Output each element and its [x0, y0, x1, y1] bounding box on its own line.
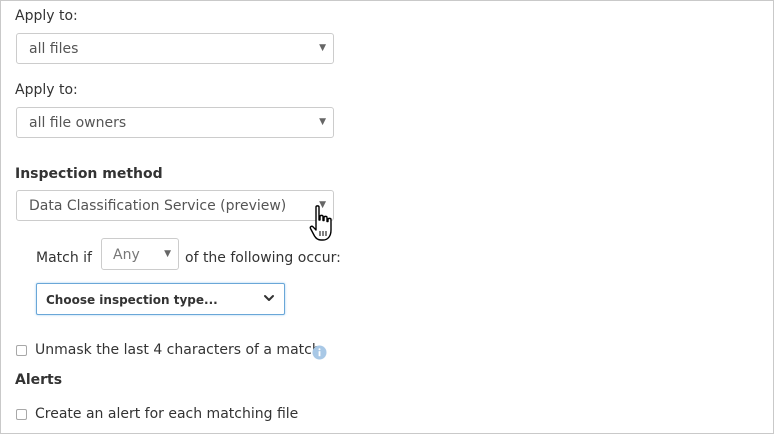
hand-pointer-icon: [309, 205, 332, 241]
inspection-type-placeholder: Choose inspection type...: [46, 293, 218, 307]
apply-to-files-select[interactable]: all files ▼: [16, 33, 334, 64]
match-suffix-label: of the following occur:: [185, 250, 341, 266]
apply-to-files-value: all files: [29, 41, 79, 57]
match-operator-value: Any: [113, 247, 140, 263]
create-alert-checkbox[interactable]: [16, 409, 27, 420]
apply-to-owners-label: Apply to:: [15, 82, 78, 98]
chevron-down-icon: [264, 295, 274, 301]
apply-to-owners-select[interactable]: all file owners ▼: [16, 107, 334, 138]
inspection-method-select[interactable]: Data Classification Service (preview) ▼: [16, 190, 334, 221]
apply-to-owners-value: all file owners: [29, 115, 127, 131]
caret-down-icon: ▼: [319, 43, 326, 53]
unmask-label: Unmask the last 4 characters of a match: [35, 342, 321, 358]
inspection-method-label: Inspection method: [15, 166, 163, 182]
match-if-label: Match if: [36, 250, 92, 266]
apply-to-files-label: Apply to:: [15, 8, 78, 24]
inspection-type-select[interactable]: Choose inspection type...: [36, 283, 285, 315]
match-operator-select[interactable]: Any ▼: [101, 238, 179, 270]
inspection-method-value: Data Classification Service (preview): [29, 198, 287, 214]
policy-settings-panel: Apply to: all files ▼ Apply to: all file…: [0, 0, 774, 434]
caret-down-icon: ▼: [319, 117, 326, 127]
unmask-checkbox[interactable]: [16, 345, 27, 356]
caret-down-icon: ▼: [164, 249, 171, 259]
create-alert-label: Create an alert for each matching file: [35, 406, 299, 422]
info-icon[interactable]: [312, 345, 327, 360]
alerts-heading: Alerts: [15, 372, 63, 388]
